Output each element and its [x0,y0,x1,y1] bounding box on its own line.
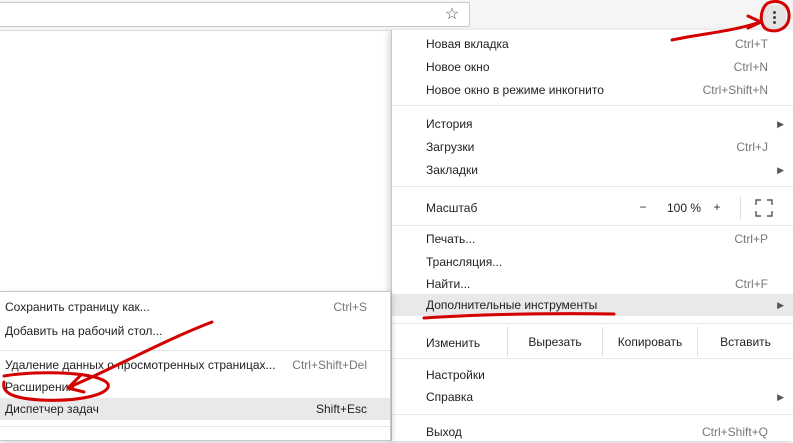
submenu-arrow-icon: ▶ [777,119,784,129]
menu-item-label: Настройки [426,368,485,382]
submenu-arrow-icon: ▶ [777,300,784,310]
menu-item-shortcut: Ctrl+J [736,140,768,154]
submenu-item-save-page[interactable]: Сохранить страницу как... Ctrl+S [0,296,390,318]
submenu-item-extensions[interactable]: Расширения [0,376,390,398]
cut-button[interactable]: Вырезать [507,327,602,357]
zoom-out-button[interactable]: − [636,200,650,214]
menu-item-exit[interactable]: Выход Ctrl+Shift+Q [392,421,793,443]
submenu-item-add-to-desktop[interactable]: Добавить на рабочий стол... [0,320,390,342]
menu-item-label: Новое окно [426,60,490,74]
zoom-value: 100 % [666,201,702,215]
submenu-item-label: Диспетчер задач [5,402,99,416]
menu-item-new-tab[interactable]: Новая вкладка Ctrl+T [392,33,793,55]
menu-item-help[interactable]: Справка ▶ [392,386,793,408]
submenu-item-task-manager[interactable]: Диспетчер задач Shift+Esc [0,398,390,420]
menu-item-label: Загрузки [426,140,475,154]
zoom-label: Масштаб [426,201,478,215]
menu-item-label: Новая вкладка [426,37,509,51]
fullscreen-icon[interactable] [755,199,773,217]
bookmark-star-icon[interactable]: ☆ [443,6,461,24]
menu-item-incognito[interactable]: Новое окно в режиме инкогнито Ctrl+Shift… [392,79,793,101]
menu-item-label: История [426,117,473,131]
menu-item-cast[interactable]: Трансляция... [392,251,793,273]
menu-item-shortcut: Ctrl+N [733,60,768,74]
paste-button[interactable]: Вставить [697,327,793,357]
menu-item-label: Закладки [426,163,478,177]
submenu-item-label: Удаление данных о просмотренных страница… [5,358,276,372]
menu-item-label: Трансляция... [426,255,503,269]
kebab-menu-icon[interactable] [762,5,786,29]
zoom-in-button[interactable]: + [710,200,724,214]
menu-item-find[interactable]: Найти... Ctrl+F [392,273,793,295]
menu-divider [392,105,793,106]
zoom-row: Масштаб − 100 % + [392,192,793,224]
menu-item-shortcut: Ctrl+Shift+Q [701,425,768,439]
menu-item-print[interactable]: Печать... Ctrl+P [392,228,793,250]
submenu-divider [0,426,390,427]
menu-item-label: Печать... [426,232,476,246]
address-bar[interactable]: ☆ [0,2,470,27]
menu-divider [392,358,793,359]
menu-item-label: Найти... [426,277,471,291]
menu-divider [392,323,793,324]
menu-item-shortcut: Ctrl+T [735,37,768,51]
menu-item-more-tools[interactable]: Дополнительные инструменты ▶ [392,294,793,316]
edit-label: Изменить [426,336,481,350]
menu-item-shortcut: Ctrl+P [734,232,768,246]
submenu-item-label: Расширения [5,380,75,394]
submenu-item-shortcut: Shift+Esc [315,402,367,416]
menu-divider [392,225,793,226]
zoom-divider [740,196,741,220]
menu-item-label: Дополнительные инструменты [426,298,598,312]
copy-button[interactable]: Копировать [602,327,697,357]
menu-divider [392,414,793,415]
submenu-item-label: Добавить на рабочий стол... [5,324,163,338]
menu-item-history[interactable]: История ▶ [392,113,793,135]
submenu-item-clear-data[interactable]: Удаление данных о просмотренных страница… [0,354,390,376]
menu-item-shortcut: Ctrl+Shift+N [702,83,768,97]
menu-divider [392,186,793,187]
submenu-arrow-icon: ▶ [777,392,784,402]
more-tools-submenu: Сохранить страницу как... Ctrl+S Добавит… [0,291,391,441]
edit-row: Изменить Вырезать Копировать Вставить [392,327,793,357]
chrome-main-menu: Новая вкладка Ctrl+T Новое окно Ctrl+N Н… [391,30,793,441]
menu-item-label: Справка [426,390,474,404]
menu-item-label: Выход [426,425,462,439]
menu-item-new-window[interactable]: Новое окно Ctrl+N [392,56,793,78]
submenu-item-shortcut: Ctrl+S [333,300,367,314]
submenu-arrow-icon: ▶ [777,165,784,175]
menu-item-shortcut: Ctrl+F [735,277,768,291]
menu-item-bookmarks[interactable]: Закладки ▶ [392,159,793,181]
submenu-item-label: Сохранить страницу как... [5,300,150,314]
menu-item-downloads[interactable]: Загрузки Ctrl+J [392,136,793,158]
menu-item-label: Новое окно в режиме инкогнито [426,83,604,97]
submenu-item-shortcut: Ctrl+Shift+Del [292,358,367,372]
submenu-divider [0,350,390,351]
menu-item-settings[interactable]: Настройки [392,364,793,386]
browser-toolbar: ☆ [0,0,793,31]
